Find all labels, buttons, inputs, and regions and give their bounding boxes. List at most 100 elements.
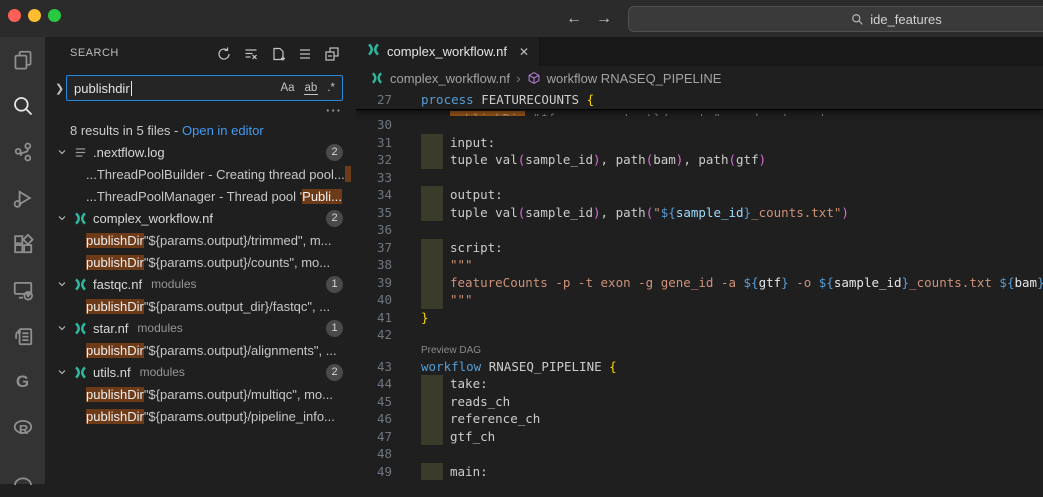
close-window-button[interactable] [8, 9, 21, 22]
line-number: 35 [356, 204, 392, 222]
tab-close-icon[interactable]: ✕ [519, 45, 529, 59]
code-line-47[interactable]: 47gtf_ch [356, 428, 1043, 446]
line-number: 33 [356, 169, 392, 187]
chevron-down-icon[interactable] [56, 212, 68, 224]
r-language-icon[interactable]: R [0, 405, 45, 451]
match-count-badge: 2 [326, 364, 343, 381]
result-file-fastqc.nf[interactable]: fastqc.nfmodules1 [45, 273, 356, 295]
account-partial-icon[interactable] [0, 451, 45, 497]
code-line-41[interactable]: 41} [356, 309, 1043, 327]
result-file-.nextflow.log[interactable]: .nextflow.log2 [45, 141, 356, 163]
code-line-40[interactable]: 40""" [356, 291, 1043, 309]
code-line-36[interactable]: 36 [356, 221, 1043, 239]
match-text: "${params.output}/alignments", ... [144, 343, 337, 358]
match-count-badge: 1 [326, 320, 343, 337]
maximize-window-button[interactable] [48, 9, 61, 22]
search-panel-header: SEARCH [45, 37, 356, 72]
result-file-star.nf[interactable]: star.nfmodules1 [45, 317, 356, 339]
remote-explorer-icon[interactable] [0, 267, 45, 313]
code-text: reads_ch [450, 393, 510, 411]
match-count-badge: 1 [326, 276, 343, 293]
code-line-34[interactable]: 34output: [356, 186, 1043, 204]
match-whole-word-toggle[interactable]: ab [304, 82, 319, 95]
chevron-down-icon[interactable] [56, 322, 68, 334]
line-number: 48 [356, 445, 392, 463]
search-input[interactable]: publishdir Aaab.* [66, 75, 343, 101]
result-match[interactable]: publishDir "${params.output}/counts", mo… [45, 251, 356, 273]
run-debug-icon[interactable] [0, 175, 45, 221]
extensions-icon[interactable] [0, 221, 45, 267]
code-line-46[interactable]: 46reference_ch [356, 410, 1043, 428]
match-count-badge: 2 [326, 144, 343, 161]
code-text: """ [450, 256, 473, 274]
code-line-42[interactable]: 42 [356, 326, 1043, 344]
codelens-preview-dag[interactable]: Preview DAG [356, 344, 1043, 358]
code-line-32[interactable]: 32tuple val(sample_id), path(bam), path(… [356, 151, 1043, 169]
code-line-37[interactable]: 37script: [356, 239, 1043, 257]
navigate-back-button[interactable]: ← [566, 10, 582, 28]
code-line-30[interactable]: 30 [356, 116, 1043, 134]
match-highlight: publishDir [86, 233, 144, 248]
indent-highlight [421, 410, 443, 428]
search-input-toggles: Aaab .* [279, 76, 336, 100]
nextflow-icon [73, 211, 88, 226]
code-text: workflow RNASEQ_PIPELINE { [421, 358, 617, 376]
breadcrumb-item[interactable]: workflow RNASEQ_PIPELINE [547, 71, 722, 86]
result-match[interactable]: publishDir "${params.output_dir}/fastqc"… [45, 295, 356, 317]
code-text: reference_ch [450, 410, 540, 428]
collapse-all-icon[interactable] [322, 44, 342, 64]
code-line-49[interactable]: 49main: [356, 463, 1043, 481]
minimize-window-button[interactable] [28, 9, 41, 22]
result-file-complex_workflow.nf[interactable]: complex_workflow.nf2 [45, 207, 356, 229]
result-match[interactable]: publishDir "${params.output}/trimmed", m… [45, 229, 356, 251]
result-match[interactable]: ...ThreadPoolBuilder - Creating thread p… [45, 163, 356, 185]
sticky-scroll-line[interactable]: 27process FEATURECOUNTS { [356, 90, 1043, 110]
code-line-35[interactable]: 35tuple val(sample_id), path("${sample_i… [356, 204, 1043, 222]
tab-complex-workflow[interactable]: complex_workflow.nf ✕ [356, 37, 540, 66]
search-icon[interactable] [0, 83, 45, 129]
code-line-44[interactable]: 44take: [356, 375, 1043, 393]
chevron-down-icon[interactable] [56, 366, 68, 378]
line-number: 30 [356, 116, 392, 134]
result-match[interactable]: publishDir "${params.output}/pipeline_in… [45, 405, 356, 427]
indent-highlight [421, 463, 443, 481]
indent-highlight [421, 239, 443, 257]
view-as-list-icon[interactable] [295, 44, 315, 64]
use-regex-toggle[interactable]: .* [326, 82, 336, 94]
indent-highlight [421, 274, 443, 292]
result-match[interactable]: publishDir "${params.output}/multiqc", m… [45, 383, 356, 405]
task-list-icon[interactable] [0, 313, 45, 359]
code-text: } [421, 309, 429, 327]
command-center[interactable]: ide_features [628, 6, 1043, 32]
breadcrumb-item[interactable]: complex_workflow.nf [390, 71, 510, 86]
code-line-33[interactable]: 33 [356, 169, 1043, 187]
toggle-search-details-button[interactable]: ··· [326, 103, 342, 118]
match-highlight [345, 166, 351, 182]
gitlens-icon[interactable]: G [0, 359, 45, 405]
code-line-31[interactable]: 31input: [356, 134, 1043, 152]
chevron-down-icon[interactable] [56, 278, 68, 290]
navigate-forward-button[interactable]: → [596, 10, 612, 28]
files-icon[interactable] [0, 37, 45, 83]
code-editor[interactable]: 27process FEATURECOUNTS { publishDir "${… [356, 90, 1043, 484]
result-match[interactable]: publishDir "${params.output}/alignments"… [45, 339, 356, 361]
toggle-replace-chevron[interactable]: ❯ [55, 82, 64, 95]
match-case-toggle[interactable]: Aa [279, 82, 295, 94]
clear-search-results-icon[interactable] [241, 44, 261, 64]
log-file-icon [73, 145, 88, 160]
code-text: tuple val(sample_id), path(bam), path(gt… [450, 151, 766, 169]
code-line-43[interactable]: 43workflow RNASEQ_PIPELINE { [356, 358, 1043, 376]
code-line-45[interactable]: 45reads_ch [356, 393, 1043, 411]
open-new-search-editor-icon[interactable] [268, 44, 288, 64]
refresh-icon[interactable] [214, 44, 234, 64]
code-line-38[interactable]: 38""" [356, 256, 1043, 274]
indent-highlight [421, 134, 443, 152]
result-match[interactable]: ...ThreadPoolManager - Thread pool 'Publ… [45, 185, 356, 207]
chevron-down-icon[interactable] [56, 146, 68, 158]
file-name: fastqc.nf [93, 277, 142, 292]
source-control-icon[interactable] [0, 129, 45, 175]
code-line-39[interactable]: 39featureCounts -p -t exon -g gene_id -a… [356, 274, 1043, 292]
result-file-utils.nf[interactable]: utils.nfmodules2 [45, 361, 356, 383]
code-line-48[interactable]: 48 [356, 445, 1043, 463]
open-in-editor-link[interactable]: Open in editor [182, 123, 264, 138]
